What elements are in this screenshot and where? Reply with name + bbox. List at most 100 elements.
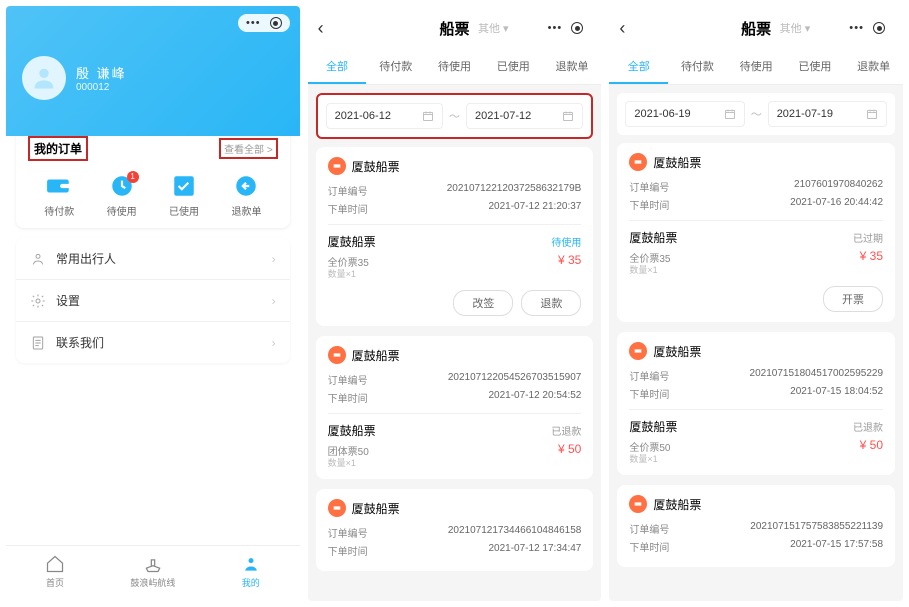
status-tabs: 全部待付款待使用已使用退款单 [609,50,903,85]
ticket-icon [328,346,346,364]
dots-icon [246,17,259,29]
order-no: 202107121734466104846158 [448,525,581,540]
topbar: ‹ 船票 其他 ▾ [308,6,602,50]
nav-label: 首页 [6,576,104,589]
status-check[interactable]: 已使用 [153,173,215,218]
label-ordertime: 下单时间 [328,201,368,216]
gear-icon [30,293,46,309]
orders-card: 我的订单 查看全部 > 待付款1待使用已使用退款单 [16,126,290,228]
label-orderno: 订单编号 [629,521,669,536]
nav-label: 鼓浪屿航线 [104,576,202,589]
other-dropdown[interactable]: 其他 ▾ [780,20,811,36]
company-name: 厦鼓船票 [653,343,701,360]
date-from-input[interactable]: 2021-06-19 [625,101,744,127]
screen-profile: 殷 谦峰 000012 我的订单 查看全部 > 待付款1待使用已使用退款单 常用… [6,6,300,601]
menu-note[interactable]: 联系我们 › [16,322,290,363]
status-clock[interactable]: 1待使用 [90,173,152,218]
date-to-input[interactable]: 2021-07-19 [768,101,887,127]
status-wallet[interactable]: 待付款 [28,173,90,218]
tab-4[interactable]: 退款单 [844,50,903,84]
tab-0[interactable]: 全部 [609,50,668,84]
order-time: 2021-07-12 17:34:47 [488,543,581,558]
tab-3[interactable]: 已使用 [484,50,543,84]
status-label: 已使用 [153,203,215,218]
order-no: 202107151804517002595229 [750,368,883,383]
back-icon[interactable]: ‹ [318,18,324,39]
action-button[interactable]: 开票 [823,286,883,312]
order-status: 待使用 [551,234,581,249]
status-refund[interactable]: 退款单 [215,173,277,218]
page-title: 船票 [439,18,469,39]
company-name: 厦鼓船票 [352,158,400,175]
label-ordertime: 下单时间 [629,197,669,212]
company-name: 厦鼓船票 [352,500,400,517]
menu-label: 设置 [56,292,80,309]
order-time: 2021-07-12 21:20:37 [488,201,581,216]
order-card: 厦鼓船票订单编号202107151804517002595229下单时间2021… [617,332,895,475]
nav-item[interactable]: 鼓浪屿航线 [104,546,202,601]
label-orderno: 订单编号 [328,525,368,540]
nav-label: 我的 [202,576,300,589]
ticket-icon [629,342,647,360]
menu-pill[interactable] [540,19,592,37]
check-icon [171,173,197,199]
tab-3[interactable]: 已使用 [786,50,845,84]
nav-item[interactable]: 我的 [202,546,300,601]
order-card: 厦鼓船票订单编号20210712212037258632179B下单时间2021… [316,147,594,326]
label-orderno: 订单编号 [629,368,669,383]
view-all-link[interactable]: 查看全部 > [219,138,278,159]
settings-menu: 常用出行人› 设置 › 联系我们 › [16,238,290,363]
date-separator: ～ [751,106,762,122]
label-orderno: 订单编号 [629,179,669,194]
order-no: 2107601970840262 [794,179,883,194]
ship-icon [143,554,163,574]
tab-0[interactable]: 全部 [308,50,367,84]
order-status: 已退款 [551,423,581,438]
label-ordertime: 下单时间 [629,539,669,554]
order-card: 厦鼓船票订单编号2107601970840262下单时间2021-07-16 2… [617,143,895,322]
route-name: 厦鼓船票 [629,229,677,246]
tab-1[interactable]: 待付款 [668,50,727,84]
nav-item[interactable]: 首页 [6,546,104,601]
date-range-row: 2021-06-12 ～ 2021-07-12 [316,93,594,139]
chevron-right-icon: › [272,336,276,350]
tab-4[interactable]: 退款单 [543,50,602,84]
order-status-row: 待付款1待使用已使用退款单 [28,173,278,218]
user-name: 殷 谦峰 [76,63,127,82]
route-name: 厦鼓船票 [328,422,376,439]
menu-person[interactable]: 常用出行人› [16,238,290,280]
avatar[interactable] [22,56,66,100]
label-orderno: 订单编号 [328,183,368,198]
orders-list: 厦鼓船票订单编号2107601970840262下单时间2021-07-16 2… [609,143,903,601]
other-dropdown[interactable]: 其他 ▾ [478,20,509,36]
menu-label: 联系我们 [56,334,104,351]
order-time: 2021-07-12 20:54:52 [488,390,581,405]
menu-pill[interactable] [841,19,893,37]
tab-2[interactable]: 待使用 [425,50,484,84]
topbar: ‹ 船票 其他 ▾ [609,6,903,50]
page-title: 船票 [741,18,771,39]
note-icon [30,335,46,351]
company-name: 厦鼓船票 [653,154,701,171]
route-name: 厦鼓船票 [328,233,376,250]
date-to-input[interactable]: 2021-07-12 [466,103,583,129]
order-no: 202107122054526703515907 [448,372,581,387]
order-status: 已过期 [853,230,883,245]
tab-2[interactable]: 待使用 [727,50,786,84]
route-name: 厦鼓船票 [629,418,677,435]
action-button[interactable]: 改签 [453,290,513,316]
status-label: 待付款 [28,203,90,218]
target-icon [270,17,282,29]
date-from-input[interactable]: 2021-06-12 [326,103,443,129]
menu-pill[interactable] [238,14,290,32]
calendar-icon [422,110,434,122]
order-card: 厦鼓船票订单编号202107151757583855221139下单时间2021… [617,485,895,567]
menu-gear[interactable]: 设置 › [16,280,290,322]
label-orderno: 订单编号 [328,372,368,387]
chevron-right-icon: › [272,294,276,308]
back-icon[interactable]: ‹ [619,18,625,39]
tab-1[interactable]: 待付款 [366,50,425,84]
label-ordertime: 下单时间 [328,543,368,558]
label-ordertime: 下单时间 [328,390,368,405]
action-button[interactable]: 退款 [521,290,581,316]
